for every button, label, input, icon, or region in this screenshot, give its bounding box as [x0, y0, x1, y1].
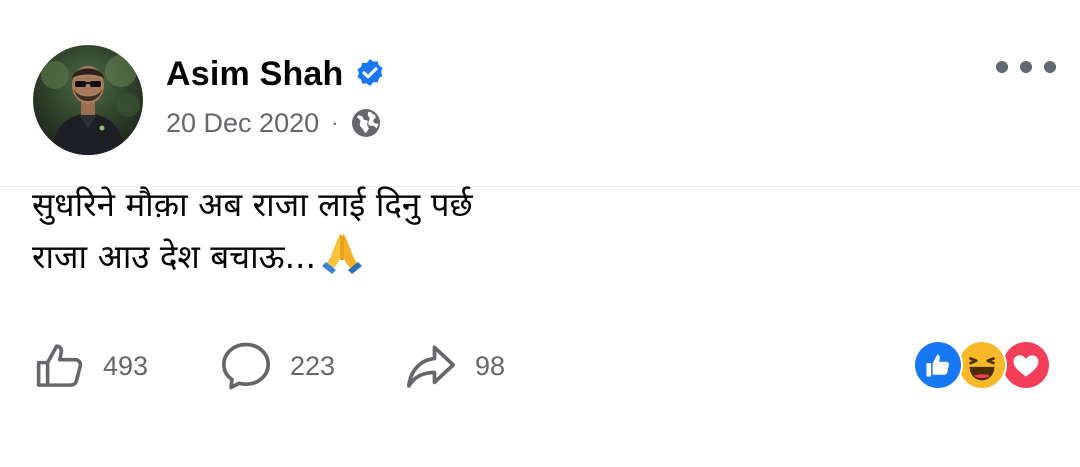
post-text: सुधरिने मौक़ा अब राजा लाई दिनु पर्छ राजा…: [32, 180, 1032, 282]
share-button[interactable]: 98: [403, 336, 505, 396]
haha-reaction-icon: [957, 340, 1007, 390]
share-count: 98: [475, 350, 506, 381]
author-avatar[interactable]: [33, 45, 143, 155]
comment-button[interactable]: 223: [218, 336, 335, 396]
comment-count: 223: [290, 350, 336, 381]
author-name[interactable]: Asim Shah: [166, 55, 344, 94]
post-date[interactable]: 20 Dec 2020: [166, 108, 319, 139]
author-row: Asim Shah: [166, 52, 387, 96]
post-text-line-2: राजा आउ देश बचाऊ...: [32, 237, 317, 276]
facebook-post: Asim Shah 20 Dec 2020 · सुधरिने मौक़ा अब…: [0, 0, 1080, 467]
verified-badge-icon: [353, 57, 387, 91]
love-reaction-icon: [1001, 340, 1051, 390]
globe-icon[interactable]: [350, 107, 382, 139]
more-dot-icon: [996, 61, 1008, 73]
meta-separator: ·: [331, 110, 339, 135]
like-reaction-icon: [913, 340, 963, 390]
folded-hands-emoji-icon: [320, 230, 364, 274]
more-dot-icon: [1044, 61, 1056, 73]
thumbs-up-icon: [36, 344, 83, 387]
post-text-line-2-wrap: राजा आउ देश बचाऊ...: [32, 230, 1032, 282]
more-options-button[interactable]: [996, 52, 1056, 82]
like-count: 493: [103, 350, 149, 381]
more-dot-icon: [1020, 61, 1032, 73]
post-meta: 20 Dec 2020 ·: [166, 104, 382, 142]
comment-bubble-icon: [221, 342, 271, 390]
post-text-line-1: सुधरिने मौक़ा अब राजा लाई दिनु पर्छ: [32, 185, 473, 224]
share-arrow-icon: [406, 345, 456, 388]
like-button[interactable]: 493: [33, 336, 148, 396]
reaction-summary[interactable]: [913, 340, 1053, 392]
